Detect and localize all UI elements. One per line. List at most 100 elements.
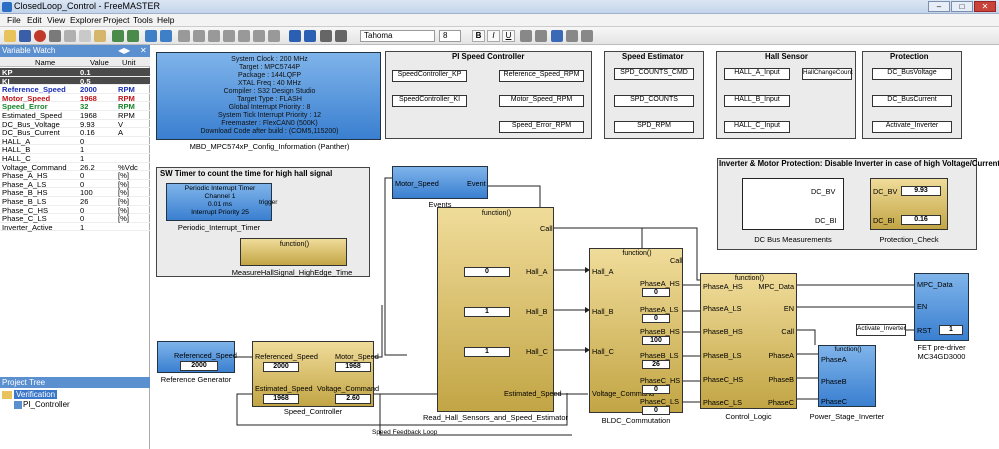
- watch-row[interactable]: Reference_Speed 2000 RPM: [0, 85, 150, 94]
- save-icon[interactable]: [19, 30, 31, 42]
- watch-row[interactable]: Phase_B_HS 100 [%]: [0, 188, 150, 197]
- power-stage-inverter-block[interactable]: function() PhaseA PhaseB PhaseC: [818, 345, 876, 407]
- config-line: Target Type : FLASH: [237, 96, 302, 103]
- watch-row[interactable]: HALL_C 1: [0, 154, 150, 163]
- hall-item-c[interactable]: HALL_C_Input: [724, 121, 790, 133]
- view-icon[interactable]: [320, 30, 332, 42]
- tree-item-pi-controller[interactable]: PI_Controller: [23, 400, 70, 409]
- format-icon[interactable]: [223, 30, 235, 42]
- watch-row[interactable]: KI 0.5: [0, 76, 150, 86]
- col-unit[interactable]: Unit: [122, 58, 136, 67]
- pi-item-ki[interactable]: SpeedController_KI: [392, 95, 467, 107]
- prot-item-current[interactable]: DC_BusCurrent: [872, 95, 952, 107]
- forward-icon[interactable]: [160, 30, 172, 42]
- bold-button[interactable]: B: [472, 30, 485, 42]
- watch-row[interactable]: Voltage_Command 26.2 %Vdc: [0, 163, 150, 172]
- align-left-icon[interactable]: [238, 30, 250, 42]
- est-item-counts[interactable]: SPD_COUNTS: [614, 95, 694, 107]
- menu-file[interactable]: File: [7, 15, 21, 25]
- copy-icon[interactable]: [79, 30, 91, 42]
- pi-item-ref-speed[interactable]: Reference_Speed_RPM: [499, 70, 584, 82]
- nav-arrows-icon[interactable]: ◀▶: [118, 46, 130, 55]
- menu-edit[interactable]: Edit: [27, 15, 42, 25]
- hall-item-count[interactable]: HallChangeCount: [802, 68, 853, 80]
- italic-button[interactable]: I: [487, 30, 500, 42]
- watch-row[interactable]: Phase_A_LS 0 [%]: [0, 180, 150, 189]
- zoom-icon[interactable]: [335, 30, 347, 42]
- measure-hall-block[interactable]: function(): [240, 238, 347, 266]
- timer-line: Periodic Interrupt Timer: [184, 185, 256, 192]
- pi-item-speed-error[interactable]: Speed_Error_RPM: [499, 121, 584, 133]
- fet-predriver-block[interactable]: MPC_Data EN RST 1: [914, 273, 969, 341]
- tree-item-verification[interactable]: Verification: [14, 390, 58, 399]
- bin-icon[interactable]: [208, 30, 220, 42]
- underline-button[interactable]: U: [502, 30, 515, 42]
- paste-icon[interactable]: [94, 30, 106, 42]
- activate-inverter-tag[interactable]: Activate_Inverter: [856, 324, 906, 336]
- bldc-commutation-block[interactable]: function() Hall_A Hall_B Hall_C Voltage_…: [589, 248, 683, 415]
- est-item-counts-cmd[interactable]: SPD_COUNTS_CMD: [614, 68, 694, 80]
- watch-row[interactable]: Estimated_Speed 1968 RPM: [0, 111, 150, 120]
- stop-icon[interactable]: [34, 30, 46, 42]
- measure-caption: MeasureHallSignal_HighEdge_Time: [231, 268, 353, 277]
- watch-row[interactable]: Phase_C_LS 0 [%]: [0, 214, 150, 223]
- dc-bus-measurements-block[interactable]: DC_BV DC_BI: [742, 178, 844, 230]
- cut-icon[interactable]: [64, 30, 76, 42]
- read-hall-sensors-block[interactable]: function() Call 0 1 1 Hall_A Hall_B Hall…: [437, 207, 562, 412]
- font-size-select[interactable]: 8: [439, 30, 461, 42]
- est-item-rpm[interactable]: SPD_RPM: [614, 121, 694, 133]
- redo-icon[interactable]: [127, 30, 139, 42]
- font-select[interactable]: Tahoma: [360, 30, 435, 42]
- dec-icon[interactable]: [178, 30, 190, 42]
- align-right-text-icon[interactable]: [581, 30, 593, 42]
- prot-item-voltage[interactable]: DC_BusVoltage: [872, 68, 952, 80]
- watch-row[interactable]: Speed_Error 32 RPM: [0, 102, 150, 111]
- open-folder-icon[interactable]: [4, 30, 16, 42]
- watch-row[interactable]: Phase_C_HS 0 [%]: [0, 206, 150, 215]
- watch-row[interactable]: DC_Bus_Voltage 9.93 V: [0, 120, 150, 129]
- back-icon[interactable]: [145, 30, 157, 42]
- prot-item-activate[interactable]: Activate_Inverter: [872, 121, 952, 133]
- watch-row[interactable]: Phase_B_LS 26 [%]: [0, 197, 150, 206]
- periodic-interrupt-timer-block[interactable]: Periodic Interrupt Timer Channel 1 0.01 ms…: [166, 183, 277, 221]
- hex-icon[interactable]: [193, 30, 205, 42]
- menu-tools[interactable]: Tools: [133, 15, 153, 25]
- align-left-text-icon[interactable]: [551, 30, 563, 42]
- print-icon[interactable]: [49, 30, 61, 42]
- menu-help[interactable]: Help: [157, 15, 174, 25]
- watch-row[interactable]: KP 0.1: [0, 68, 150, 77]
- config-info-block[interactable]: System Clock : 200 MHz Target : MPC5744P P…: [156, 52, 381, 140]
- col-value[interactable]: Value: [90, 58, 109, 67]
- watch-row[interactable]: Inverter_Active 1: [0, 223, 150, 232]
- arrow-down-icon[interactable]: [304, 30, 316, 42]
- align-top-icon[interactable]: [268, 30, 280, 42]
- events-block[interactable]: Motor_Speed Event: [392, 166, 488, 199]
- panel-close-icon[interactable]: ✕: [140, 46, 147, 55]
- watch-row[interactable]: HALL_B 1: [0, 145, 150, 154]
- control-logic-block[interactable]: function() PhaseA_HS PhaseA_LS PhaseB_HS Ph…: [700, 273, 797, 409]
- speed-controller-block[interactable]: Referenced_Speed Motor_Speed 2000 1968 E…: [252, 341, 379, 407]
- menu-view[interactable]: View: [47, 15, 65, 25]
- maximize-button[interactable]: □: [951, 1, 973, 12]
- watch-row[interactable]: Phase_A_HS 0 [%]: [0, 171, 150, 180]
- minimize-button[interactable]: –: [928, 1, 950, 12]
- undo-icon[interactable]: [112, 30, 124, 42]
- pi-item-motor-speed[interactable]: Motor_Speed_RPM: [499, 95, 584, 107]
- pi-item-kp[interactable]: SpeedController_KP: [392, 70, 467, 82]
- align-center-text-icon[interactable]: [566, 30, 578, 42]
- watch-row[interactable]: Motor_Speed 1968 RPM: [0, 94, 150, 103]
- hall-item-a[interactable]: HALL_A_Input: [724, 68, 790, 80]
- zoom-in-icon[interactable]: [535, 30, 547, 42]
- watch-row[interactable]: DC_Bus_Current 0.16 A: [0, 128, 150, 137]
- col-name[interactable]: Name: [35, 58, 55, 67]
- zoom-out-icon[interactable]: [520, 30, 532, 42]
- close-button[interactable]: ✕: [974, 1, 996, 12]
- arrow-up-icon[interactable]: [289, 30, 301, 42]
- menu-project[interactable]: Project: [103, 15, 129, 25]
- hall-item-b[interactable]: HALL_B_Input: [724, 95, 790, 107]
- menu-explorer[interactable]: Explorer: [70, 15, 102, 25]
- reference-generator-block[interactable]: Referenced_Speed 2000: [157, 341, 237, 373]
- protection-check-block[interactable]: DC_BV DC_BI 9.93 0.16: [870, 178, 948, 230]
- watch-row[interactable]: HALL_A 0: [0, 137, 150, 146]
- align-right-icon[interactable]: [253, 30, 265, 42]
